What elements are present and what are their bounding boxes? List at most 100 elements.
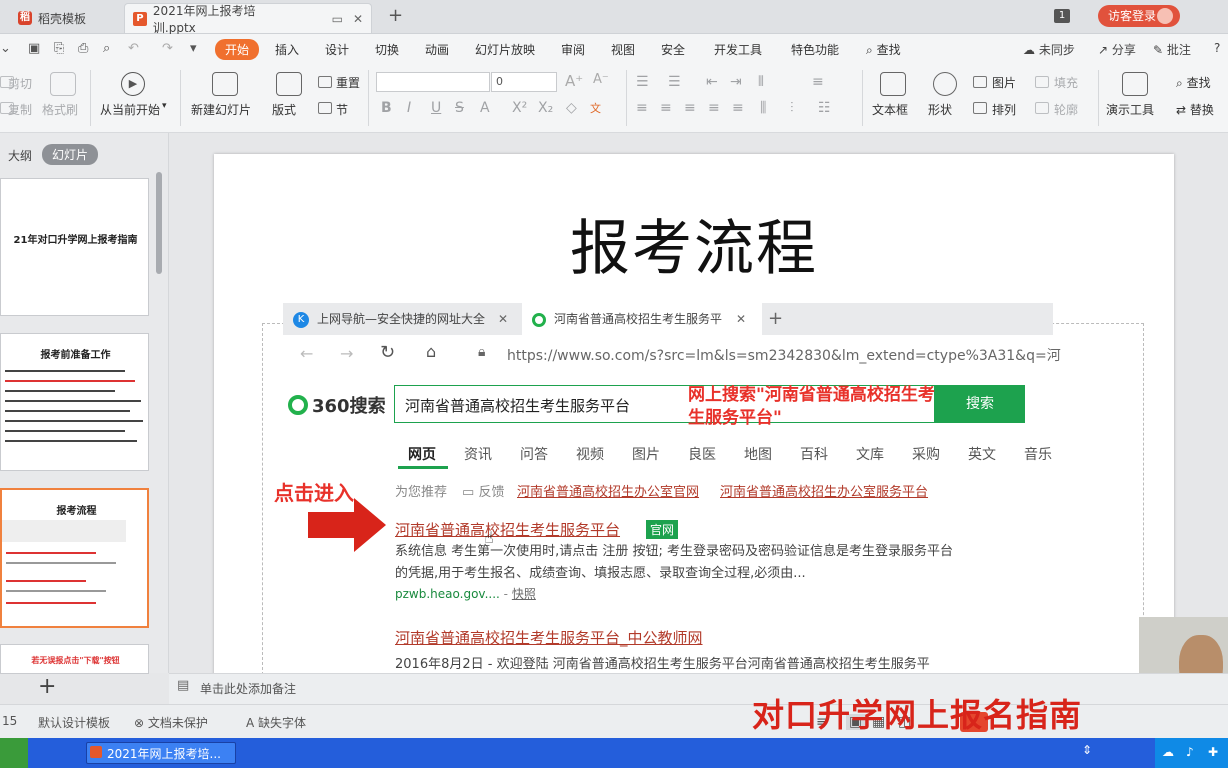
- menu-review[interactable]: 审阅: [561, 41, 585, 58]
- slide-thumbnail-1[interactable]: 21年对口升学网上报考指南: [0, 178, 149, 316]
- menu-insert[interactable]: 插入: [275, 41, 299, 58]
- new-tab-button[interactable]: +: [388, 5, 403, 26]
- font-size-combo[interactable]: 0: [491, 72, 557, 92]
- justify-icon[interactable]: ≡: [708, 100, 720, 116]
- thumbnail-text-line: [5, 430, 125, 432]
- tray-volume-icon[interactable]: ♪: [1186, 745, 1194, 759]
- textbox-button[interactable]: 文本框: [872, 101, 908, 118]
- strikethrough-icon[interactable]: S: [455, 100, 464, 116]
- browser-nav-active-indicator: [398, 466, 448, 469]
- tab-docer-templates[interactable]: 稻 稻壳模板: [10, 3, 122, 33]
- tray-network-icon[interactable]: ☁: [1162, 745, 1174, 759]
- shape-button[interactable]: 形状: [928, 101, 952, 118]
- line-spacing-icon[interactable]: ≡: [812, 74, 824, 90]
- tab-outline[interactable]: 大纲: [8, 147, 32, 164]
- align-left-icon[interactable]: ≡: [636, 100, 648, 116]
- menu-transition[interactable]: 切换: [375, 41, 399, 58]
- clear-format-icon[interactable]: ◇: [566, 100, 577, 116]
- font-color-icon[interactable]: A: [480, 100, 490, 116]
- superscript-icon[interactable]: X²: [512, 100, 527, 116]
- phonetic-icon[interactable]: 文: [590, 100, 601, 116]
- increase-font-icon[interactable]: A⁺: [565, 72, 583, 90]
- align-center-icon[interactable]: ≡: [660, 100, 672, 116]
- arrange-button[interactable]: 排列: [992, 101, 1016, 118]
- menu-slideshow[interactable]: 幻灯片放映: [475, 41, 535, 58]
- new-slide-button[interactable]: 新建幻灯片: [191, 101, 251, 118]
- search-result-url-1: pzwb.heao.gov.... - 快照: [395, 587, 536, 601]
- picture-button[interactable]: 图片: [992, 74, 1016, 91]
- taskbar-app-item[interactable]: 2021年网上报考培...: [86, 742, 236, 764]
- print-icon[interactable]: ⎙: [78, 41, 88, 56]
- fill-button[interactable]: 填充: [1054, 74, 1078, 91]
- export-icon[interactable]: ⎘: [54, 41, 64, 56]
- replace-button[interactable]: ⇄ 替换: [1176, 101, 1214, 118]
- cut-button[interactable]: 剪切: [8, 75, 32, 92]
- tab-slides[interactable]: 幻灯片: [42, 144, 99, 165]
- subscript-icon[interactable]: X₂: [538, 100, 553, 116]
- document-protect-status[interactable]: ⊗ 文档未保护: [134, 714, 208, 731]
- text-direction-icon[interactable]: ⫴: [758, 74, 764, 90]
- design-template-status[interactable]: 默认设计模板: [38, 714, 110, 731]
- paragraph-spacing-icon[interactable]: ☷: [818, 100, 831, 116]
- numbered-list-icon[interactable]: ☰: [668, 74, 681, 90]
- tray-settings-icon[interactable]: ✚: [1208, 745, 1218, 759]
- menu-start[interactable]: 开始: [215, 39, 260, 60]
- lock-icon: 🔒︎: [478, 344, 486, 360]
- present-tool-button[interactable]: 演示工具: [1106, 101, 1154, 118]
- play-from-current-button[interactable]: 从当前开始: [100, 101, 160, 118]
- slide-title[interactable]: 报考流程: [214, 200, 1174, 287]
- bullet-list-icon[interactable]: ☰: [636, 74, 649, 90]
- slide-pane-scrollbar[interactable]: [156, 172, 162, 274]
- print-preview-icon[interactable]: ⌕: [103, 41, 110, 56]
- input-method-icon[interactable]: ⇕: [1082, 743, 1092, 757]
- undo-icon[interactable]: ↶: [128, 41, 139, 56]
- bold-icon[interactable]: B: [381, 100, 392, 116]
- align-right-icon[interactable]: ≡: [684, 100, 696, 116]
- decrease-font-icon[interactable]: A⁻: [593, 72, 609, 87]
- thumbnail-text-line: [6, 590, 106, 592]
- slide-thumbnail-2[interactable]: 报考前准备工作: [0, 333, 149, 471]
- customize-icon[interactable]: ▾: [190, 41, 197, 56]
- format-painter-button[interactable]: 格式刷: [42, 101, 78, 118]
- add-slide-button[interactable]: +: [38, 674, 56, 699]
- italic-icon[interactable]: I: [407, 100, 411, 116]
- slide-thumbnail-3[interactable]: 报考流程: [0, 488, 149, 628]
- layout-button[interactable]: 版式: [272, 101, 296, 118]
- windows-start-button[interactable]: [0, 738, 28, 768]
- help-icon[interactable]: ?: [1214, 41, 1220, 55]
- copy-button[interactable]: 复制: [8, 101, 32, 118]
- increase-indent-icon[interactable]: ⇥: [730, 74, 742, 90]
- redo-icon[interactable]: ↷: [162, 41, 173, 56]
- menu-search[interactable]: ⌕ 查找: [866, 41, 901, 58]
- underline-icon[interactable]: U: [431, 100, 441, 116]
- find-button[interactable]: ⌕ 查找: [1176, 74, 1211, 91]
- align-text-icon[interactable]: ⫶: [790, 100, 794, 116]
- menu-design[interactable]: 设计: [325, 41, 349, 58]
- menu-features[interactable]: 特色功能: [791, 41, 839, 58]
- close-icon[interactable]: ✕: [353, 12, 363, 26]
- chevron-down-icon[interactable]: ⌄: [0, 41, 11, 56]
- tab-document[interactable]: P 2021年网上报考培训.pptx ▭ ✕: [124, 3, 372, 35]
- menu-animation[interactable]: 动画: [425, 41, 449, 58]
- missing-font-status[interactable]: A 缺失字体: [246, 714, 306, 731]
- annotate-button[interactable]: ✎ 批注: [1153, 41, 1191, 58]
- sync-status[interactable]: ☁ 未同步: [1023, 41, 1075, 58]
- outline-button[interactable]: 轮廓: [1054, 101, 1078, 118]
- notes-placeholder[interactable]: 单击此处添加备注: [200, 680, 296, 697]
- decrease-indent-icon[interactable]: ⇤: [706, 74, 718, 90]
- section-button[interactable]: 节: [336, 101, 348, 118]
- font-family-combo[interactable]: [376, 72, 490, 92]
- save-icon[interactable]: ▣: [28, 41, 40, 56]
- ribbon-separator: [90, 70, 91, 126]
- menu-security[interactable]: 安全: [661, 41, 685, 58]
- pin-icon[interactable]: ▭: [332, 12, 343, 26]
- menu-view[interactable]: 视图: [611, 41, 635, 58]
- menu-developer[interactable]: 开发工具: [714, 41, 762, 58]
- reset-button[interactable]: 重置: [336, 74, 360, 91]
- share-button[interactable]: ↗ 分享: [1098, 41, 1136, 58]
- browser-tab-label: 上网导航—安全快捷的网址大全: [317, 312, 486, 326]
- browser-search-button: 搜索: [935, 385, 1025, 423]
- distribute-icon[interactable]: ≡: [732, 100, 744, 116]
- columns-icon[interactable]: ⫼: [760, 100, 766, 116]
- slide-thumbnail-4[interactable]: 若无误报点击"下载"按钮: [0, 644, 149, 674]
